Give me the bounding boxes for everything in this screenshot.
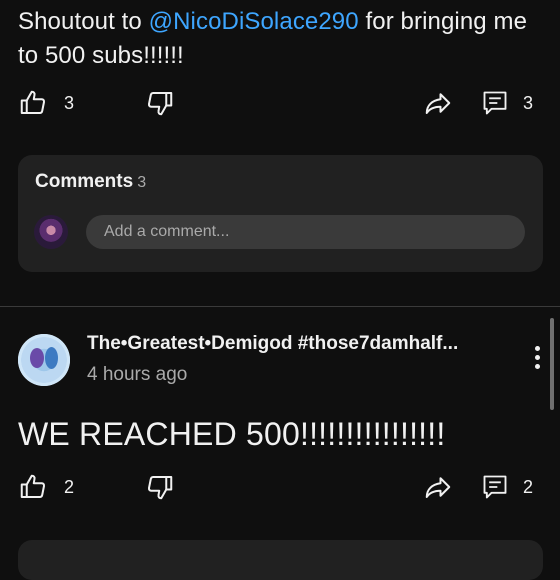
thumbs-down-icon: [147, 476, 173, 500]
comment-button[interactable]: 3: [481, 83, 533, 123]
menu-dot: [534, 355, 540, 360]
dislike-button[interactable]: [145, 83, 175, 123]
like-count: 3: [64, 92, 75, 113]
comments-header: Comments 3: [35, 171, 146, 193]
share-button[interactable]: [422, 467, 454, 507]
comments-count: 3: [137, 174, 147, 191]
more-options-button[interactable]: [527, 346, 547, 374]
share-button[interactable]: [422, 83, 454, 123]
thumbs-up-icon: [20, 90, 46, 114]
user-avatar: [34, 215, 68, 249]
thumbs-down-icon: [147, 92, 173, 116]
post2-text: WE REACHED 500!!!!!!!!!!!!!!!!: [18, 416, 446, 452]
share-arrow-icon: [425, 477, 451, 498]
avatar-figure-left: [30, 348, 44, 368]
post-text: Shoutout to @NicoDiSolace290 for bringin…: [18, 5, 548, 73]
post-text-start: Shoutout to: [18, 8, 149, 35]
menu-dot: [534, 364, 540, 369]
channel-avatar[interactable]: [18, 334, 70, 386]
thumbs-up-icon: [20, 474, 46, 498]
like-button[interactable]: 3: [18, 83, 74, 123]
comment-button[interactable]: 2: [481, 467, 533, 507]
like-count: 2: [64, 476, 75, 497]
mention-link[interactable]: @NicoDiSolace290: [149, 8, 359, 35]
avatar-figure-right: [45, 347, 58, 369]
comment-icon: [483, 91, 507, 115]
post-actions: 3 3: [0, 83, 560, 123]
next-comments-panel[interactable]: [18, 540, 543, 580]
scrollbar[interactable]: [550, 318, 554, 410]
comments-title: Comments: [35, 171, 134, 192]
divider: [0, 306, 560, 307]
dislike-button[interactable]: [145, 467, 175, 507]
comment-icon: [483, 475, 507, 499]
comments-panel[interactable]: Comments 3 Add a comment...: [18, 155, 543, 272]
add-comment-input[interactable]: Add a comment...: [86, 215, 525, 249]
share-arrow-icon: [425, 93, 451, 114]
post-time: 4 hours ago: [87, 364, 188, 385]
more-vertical-icon: [534, 346, 540, 351]
channel-name[interactable]: The•Greatest•Demigod #those7damhalf...: [87, 333, 458, 355]
comment-count: 3: [523, 92, 534, 113]
post2-actions: 2 2: [0, 467, 560, 507]
like-button[interactable]: 2: [18, 467, 74, 507]
comment-count: 2: [523, 476, 534, 497]
